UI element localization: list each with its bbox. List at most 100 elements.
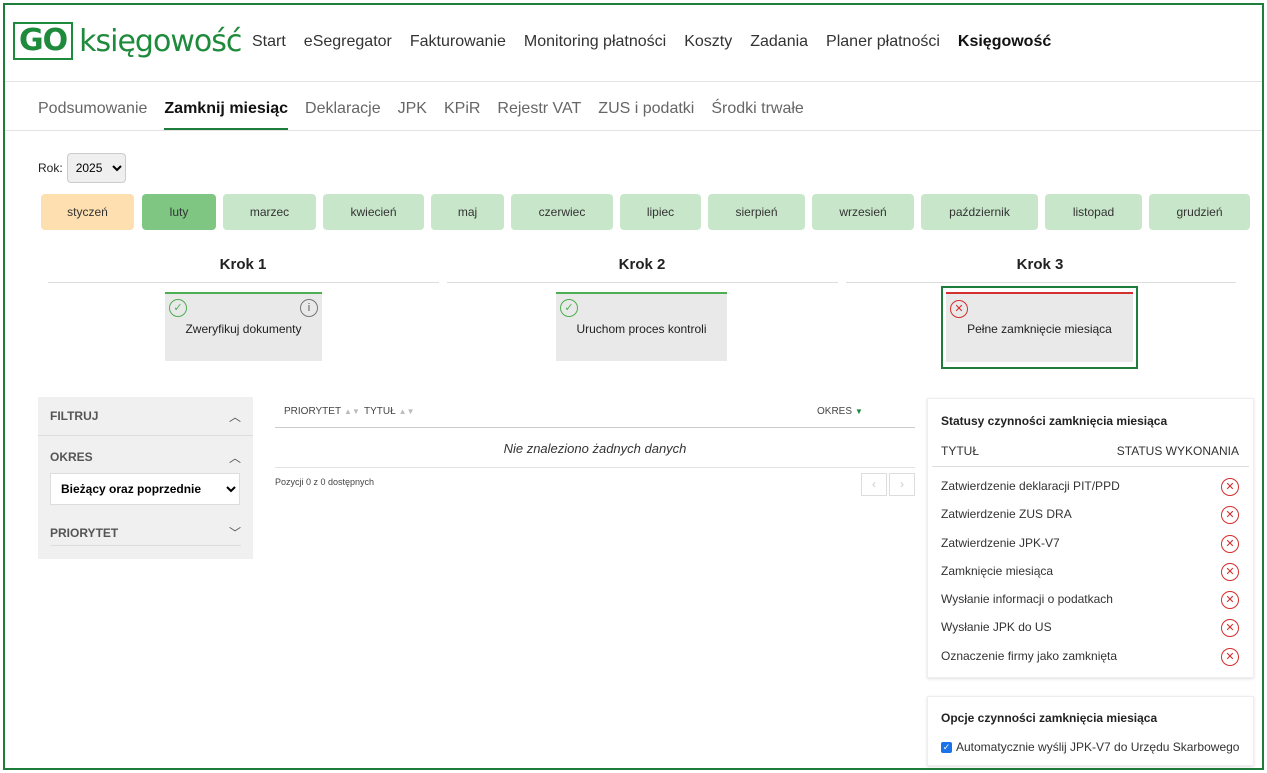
month-listopad[interactable]: listopad bbox=[1045, 194, 1142, 230]
auto-send-jpk-checkbox[interactable]: ✓ Automatycznie wyślij JPK-V7 do Urzędu … bbox=[941, 740, 1239, 754]
info-icon[interactable]: i bbox=[300, 299, 318, 317]
month-pazdziernik[interactable]: październik bbox=[921, 194, 1038, 230]
nav-planer[interactable]: Planer płatności bbox=[826, 33, 940, 51]
status-row: Zatwierdzenie JPK-V7 bbox=[941, 536, 1241, 550]
step-2-title: Krok 2 bbox=[618, 256, 666, 273]
status-row: Zatwierdzenie deklaracji PIT/PPD bbox=[941, 479, 1241, 493]
nav-fakturowanie[interactable]: Fakturowanie bbox=[410, 33, 506, 51]
tab-kpir[interactable]: KPiR bbox=[444, 100, 480, 130]
error-circle-icon: ✕ bbox=[1221, 506, 1239, 524]
status-row-label: Oznaczenie firmy jako zamknięta bbox=[941, 649, 1118, 663]
status-row-label: Zatwierdzenie deklaracji PIT/PPD bbox=[941, 479, 1120, 493]
status-col-title: TYTUŁ bbox=[941, 444, 980, 458]
options-panel-title: Opcje czynności zamknięcia miesiąca bbox=[941, 711, 1158, 725]
status-row-label: Zatwierdzenie JPK-V7 bbox=[941, 536, 1060, 550]
filter-panel: FILTRUJ ︿ OKRES ︿ Bieżący oraz poprzedni… bbox=[38, 397, 253, 559]
col-priority-header[interactable]: PRIORYTET ▲▼ bbox=[284, 406, 360, 417]
month-grudzien[interactable]: grudzień bbox=[1149, 194, 1250, 230]
step-2-card[interactable]: ✓ Uruchom proces kontroli bbox=[556, 292, 727, 361]
chevron-up-icon[interactable]: ︿ bbox=[229, 449, 241, 466]
status-row-label: Zamknięcie miesiąca bbox=[941, 564, 1054, 578]
sort-icon: ▲▼ bbox=[344, 407, 360, 416]
step-2-divider bbox=[447, 282, 838, 283]
step-3-label: Pełne zamknięcie miesiąca bbox=[967, 322, 1112, 336]
status-row-label: Zatwierdzenie ZUS DRA bbox=[941, 507, 1072, 521]
auto-send-jpk-label: Automatycznie wyślij JPK-V7 do Urzędu Sk… bbox=[956, 740, 1240, 754]
error-circle-icon: ✕ bbox=[1221, 535, 1239, 553]
error-circle-icon: ✕ bbox=[1221, 563, 1239, 581]
period-heading[interactable]: OKRES bbox=[50, 450, 93, 464]
header-divider bbox=[275, 427, 915, 428]
error-circle-icon: ✕ bbox=[1221, 619, 1239, 637]
logo-text: księgowość bbox=[79, 23, 242, 59]
col-title-header[interactable]: TYTUŁ ▲▼ bbox=[364, 406, 415, 417]
month-kwiecien[interactable]: kwiecień bbox=[323, 194, 424, 230]
next-page-button[interactable]: › bbox=[889, 473, 915, 496]
main-nav: Start eSegregator Fakturowanie Monitorin… bbox=[252, 33, 1069, 51]
sort-desc-icon: ▼ bbox=[855, 407, 863, 416]
empty-message: Nie znaleziono żadnych danych bbox=[503, 441, 687, 456]
step-1-label: Zweryfikuj dokumenty bbox=[185, 322, 302, 336]
sub-nav: Podsumowanie Zamknij miesiąc Deklaracje … bbox=[5, 82, 1262, 131]
col-period-header[interactable]: OKRES ▼ bbox=[817, 406, 863, 417]
month-marzec[interactable]: marzec bbox=[223, 194, 316, 230]
error-circle-icon: ✕ bbox=[1221, 591, 1239, 609]
logo-mark: GO bbox=[13, 22, 74, 60]
nav-monitoring[interactable]: Monitoring płatności bbox=[524, 33, 666, 51]
step-3-title: Krok 3 bbox=[1016, 256, 1064, 273]
status-row: Zatwierdzenie ZUS DRA bbox=[941, 507, 1241, 521]
check-circle-icon: ✓ bbox=[560, 299, 578, 317]
sort-icon: ▲▼ bbox=[398, 407, 415, 416]
error-circle-icon: ✕ bbox=[1221, 648, 1239, 666]
step-3-card[interactable]: ✕ Pełne zamknięcie miesiąca bbox=[946, 292, 1133, 362]
tab-zus[interactable]: ZUS i podatki bbox=[598, 100, 694, 130]
nav-koszty[interactable]: Koszty bbox=[684, 33, 732, 51]
check-circle-icon: ✓ bbox=[169, 299, 187, 317]
month-lipiec[interactable]: lipiec bbox=[620, 194, 701, 230]
filter-divider bbox=[38, 435, 253, 436]
status-divider bbox=[932, 466, 1249, 467]
tab-zamknij-miesiac[interactable]: Zamknij miesiąc bbox=[164, 100, 289, 130]
row-divider bbox=[275, 467, 915, 468]
filter-heading[interactable]: FILTRUJ bbox=[50, 409, 98, 423]
month-czerwiec[interactable]: czerwiec bbox=[511, 194, 613, 230]
year-select[interactable]: 2025 bbox=[66, 153, 126, 183]
priority-divider bbox=[50, 545, 241, 546]
checkbox-checked-icon[interactable]: ✓ bbox=[941, 741, 952, 753]
year-picker: Rok: 2025 bbox=[38, 153, 126, 183]
step-1-card[interactable]: ✓ i Zweryfikuj dokumenty bbox=[165, 292, 322, 361]
status-col-status: STATUS WYKONANIA bbox=[1116, 444, 1239, 458]
nav-ksiegowosc[interactable]: Księgowość bbox=[958, 33, 1051, 51]
status-row-label: Wysłanie informacji o podatkach bbox=[941, 592, 1113, 606]
top-bar: GO księgowość Start eSegregator Fakturow… bbox=[5, 5, 1262, 82]
nav-start[interactable]: Start bbox=[252, 33, 286, 51]
status-panel: Statusy czynności zamknięcia miesiąca TY… bbox=[927, 398, 1254, 678]
month-maj[interactable]: maj bbox=[431, 194, 504, 230]
status-row: Wysłanie informacji o podatkach bbox=[941, 592, 1241, 606]
status-row: Oznaczenie firmy jako zamknięta bbox=[941, 649, 1241, 663]
error-circle-icon: ✕ bbox=[950, 300, 968, 318]
nav-zadania[interactable]: Zadania bbox=[750, 33, 808, 51]
app-logo[interactable]: GO księgowość bbox=[13, 22, 242, 60]
month-wrzesien[interactable]: wrzesień bbox=[812, 194, 914, 230]
prev-page-button[interactable]: ‹ bbox=[861, 473, 887, 496]
tab-deklaracje[interactable]: Deklaracje bbox=[305, 100, 381, 130]
error-circle-icon: ✕ bbox=[1221, 478, 1239, 496]
tab-srodki-trwale[interactable]: Środki trwałe bbox=[711, 100, 803, 130]
options-panel: Opcje czynności zamknięcia miesiąca ✓ Au… bbox=[927, 696, 1254, 766]
tab-jpk[interactable]: JPK bbox=[398, 100, 427, 130]
priority-heading[interactable]: PRIORYTET bbox=[50, 526, 118, 540]
step-2-label: Uruchom proces kontroli bbox=[576, 322, 707, 336]
status-panel-title: Statusy czynności zamknięcia miesiąca bbox=[941, 414, 1168, 428]
tab-rejestr-vat[interactable]: Rejestr VAT bbox=[497, 100, 581, 130]
chevron-up-icon[interactable]: ︿ bbox=[229, 408, 241, 425]
month-sierpien[interactable]: sierpień bbox=[708, 194, 805, 230]
nav-esegregator[interactable]: eSegregator bbox=[304, 33, 392, 51]
chevron-down-icon[interactable]: ﹀ bbox=[229, 524, 241, 541]
period-select[interactable]: Bieżący oraz poprzednie bbox=[50, 473, 240, 505]
step-3-divider bbox=[846, 282, 1236, 283]
tab-podsumowanie[interactable]: Podsumowanie bbox=[38, 100, 147, 130]
month-styczen[interactable]: styczeń bbox=[41, 194, 134, 230]
month-luty[interactable]: luty bbox=[142, 194, 216, 230]
status-row: Wysłanie JPK do US bbox=[941, 620, 1241, 634]
